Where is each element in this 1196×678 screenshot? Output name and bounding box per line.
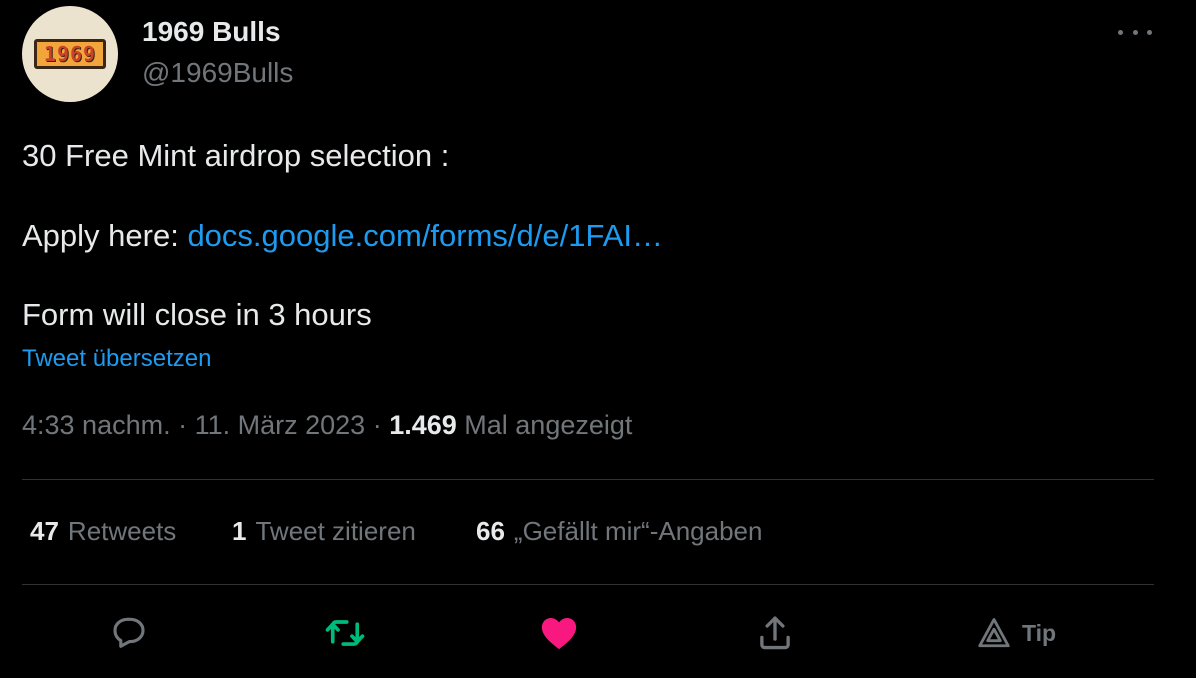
- quotes-stat[interactable]: 1 Tweet zitieren: [232, 516, 416, 547]
- tweet-text-line: Apply here: docs.google.com/forms/d/e/1F…: [22, 218, 663, 254]
- retweet-button[interactable]: [322, 612, 368, 654]
- author-handle[interactable]: @1969Bulls: [142, 57, 293, 89]
- tweet-metadata: 4:33 nachm. · 11. März 2023 · 1.469 Mal …: [22, 410, 632, 441]
- reply-icon: [113, 617, 145, 648]
- likes-label: „Gefällt mir“-Angaben: [513, 516, 763, 546]
- tweet-text-prefix: Apply here:: [22, 218, 188, 253]
- tweet-date[interactable]: 11. März 2023: [195, 410, 366, 440]
- likes-count: 66: [476, 516, 505, 546]
- more-options-icon[interactable]: [1118, 22, 1152, 42]
- more-dot: [1132, 29, 1138, 35]
- tweet-detail: 1969 1969 Bulls @1969Bulls 30 Free Mint …: [0, 0, 1196, 678]
- tip-button[interactable]: Tip: [976, 612, 1056, 654]
- retweets-count: 47: [30, 516, 59, 546]
- translate-tweet-link[interactable]: Tweet übersetzen: [22, 345, 211, 373]
- share-icon: [760, 616, 790, 650]
- avatar[interactable]: 1969: [22, 6, 118, 102]
- share-button[interactable]: [754, 612, 796, 654]
- tweet-link[interactable]: docs.google.com/forms/d/e/1FAI…: [187, 218, 663, 253]
- divider: [22, 584, 1154, 585]
- tweet-text-line: Form will close in 3 hours: [22, 297, 372, 332]
- likes-stat[interactable]: 66 „Gefällt mir“-Angaben: [476, 516, 762, 547]
- more-dot: [1147, 29, 1152, 35]
- meta-separator: ·: [170, 410, 195, 440]
- avatar-logo: 1969: [34, 39, 106, 69]
- heart-icon: [541, 617, 577, 650]
- divider: [22, 479, 1154, 480]
- retweet-icon: [325, 620, 365, 646]
- more-dot: [1118, 29, 1123, 35]
- tweet-text-line: 30 Free Mint airdrop selection :: [22, 138, 450, 173]
- views-count: 1.469: [389, 410, 457, 440]
- quotes-label: Tweet zitieren: [255, 516, 416, 546]
- quotes-count: 1: [232, 516, 247, 546]
- views-label: Mal angezeigt: [456, 410, 633, 440]
- tip-label: Tip: [1022, 619, 1057, 646]
- like-button[interactable]: [537, 612, 581, 654]
- retweets-stat[interactable]: 47 Retweets: [30, 516, 176, 547]
- reply-button[interactable]: [108, 612, 150, 654]
- tip-icon: [978, 618, 1010, 648]
- tweet-time[interactable]: 4:33 nachm.: [22, 410, 171, 440]
- author-display-name[interactable]: 1969 Bulls: [142, 16, 281, 48]
- meta-separator: ·: [365, 410, 390, 440]
- retweets-label: Retweets: [67, 516, 177, 546]
